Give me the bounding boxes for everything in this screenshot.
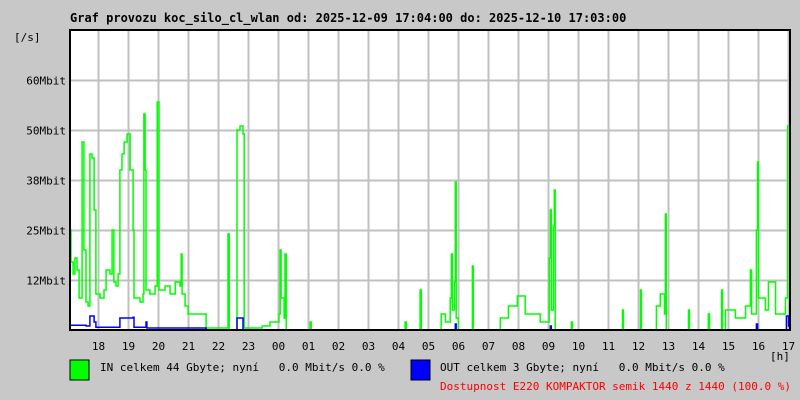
- x-tick-label: 12: [632, 340, 645, 353]
- y-tick-label: 50Mbit: [26, 125, 66, 138]
- x-tick-label: 11: [602, 340, 615, 353]
- x-tick-label: 16: [752, 340, 765, 353]
- chart-title: Graf provozu koc_silo_cl_wlan od: 2025-1…: [70, 11, 626, 26]
- y-tick-label: 60Mbit: [26, 75, 66, 88]
- x-tick-label: 13: [662, 340, 675, 353]
- x-tick-label: 20: [152, 340, 165, 353]
- x-tick-label: 21: [182, 340, 195, 353]
- x-tick-label: 22: [212, 340, 225, 353]
- y-tick-label: 38Mbit: [26, 175, 66, 188]
- legend-out-swatch: [410, 359, 431, 381]
- x-tick-label: 10: [572, 340, 585, 353]
- x-tick-label: 07: [482, 340, 495, 353]
- x-tick-label: 03: [362, 340, 375, 353]
- legend-in-swatch: [69, 359, 90, 381]
- y-tick-label: 12Mbit: [26, 275, 66, 288]
- x-tick-label: 00: [272, 340, 285, 353]
- x-tick-label: 19: [122, 340, 135, 353]
- x-tick-label: 02: [332, 340, 345, 353]
- x-tick-label: 23: [242, 340, 255, 353]
- x-tick-label: 06: [452, 340, 465, 353]
- traffic-chart: Graf provozu koc_silo_cl_wlan od: 2025-1…: [0, 0, 800, 400]
- x-tick-label: 18: [92, 340, 105, 353]
- y-axis-unit-label: [/s]: [14, 31, 41, 44]
- x-tick-label: 08: [512, 340, 525, 353]
- x-tick-label: 09: [542, 340, 555, 353]
- x-tick-label: 01: [302, 340, 315, 353]
- availability-annotation: Dostupnost E220 KOMPAKTOR semik 1440 z 1…: [440, 380, 791, 393]
- x-tick-label: 14: [692, 340, 706, 353]
- x-tick-label: 05: [422, 340, 435, 353]
- y-tick-label: 25Mbit: [26, 225, 66, 238]
- x-axis-unit-label: [h]: [770, 350, 790, 363]
- legend-out-label: OUT celkem 3 Gbyte; nyní 0.0 Mbit/s 0.0 …: [440, 361, 725, 374]
- legend-in-label: IN celkem 44 Gbyte; nyní 0.0 Mbit/s 0.0 …: [100, 361, 385, 374]
- x-tick-label: 15: [722, 340, 735, 353]
- x-tick-label: 04: [392, 340, 406, 353]
